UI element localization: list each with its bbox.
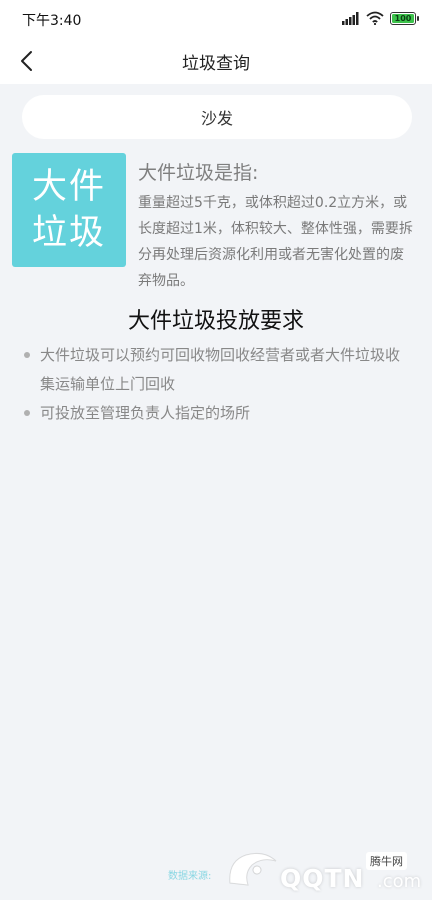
- definition-title: 大件垃圾是指:: [138, 162, 259, 184]
- wifi-icon: [366, 11, 384, 25]
- bulky-waste-badge: 大件 垃圾: [12, 153, 126, 267]
- battery-icon: 100: [390, 11, 419, 25]
- status-bar: 下午3:40 100: [0, 0, 432, 38]
- status-time: 下午3:40: [22, 13, 82, 29]
- battery-level: 100: [394, 13, 412, 23]
- requirements-list: 大件垃圾可以预约可回收物回收经营者或者大件垃圾收集运输单位上门回收 可投放至管理…: [24, 341, 414, 428]
- list-item: 可投放至管理负责人指定的场所: [24, 399, 414, 428]
- badge-line-2: 垃圾: [31, 213, 106, 253]
- page-title: 垃圾查询: [182, 54, 250, 74]
- watermark-domain: .com: [377, 871, 422, 892]
- data-source-label: 数据来源:: [168, 871, 212, 882]
- watermark-label: 腾牛网: [366, 852, 407, 870]
- watermark-logo: [229, 853, 277, 886]
- watermark-text: QQTN: [280, 864, 365, 893]
- badge-line-1: 大件: [31, 167, 106, 207]
- signal-icon: [342, 11, 359, 25]
- requirements-title: 大件垃圾投放要求: [127, 309, 304, 334]
- search-query-field[interactable]: 沙发: [22, 95, 412, 139]
- nav-bar: 垃圾查询: [0, 38, 432, 84]
- status-icons: 100: [342, 11, 419, 25]
- definition-body: 重量超过5千克，或体积超过0.2立方米，或长度超过1米，体积较大、整体性强，需要…: [138, 195, 413, 289]
- list-item: 大件垃圾可以预约可回收物回收经营者或者大件垃圾收集运输单位上门回收: [24, 341, 414, 399]
